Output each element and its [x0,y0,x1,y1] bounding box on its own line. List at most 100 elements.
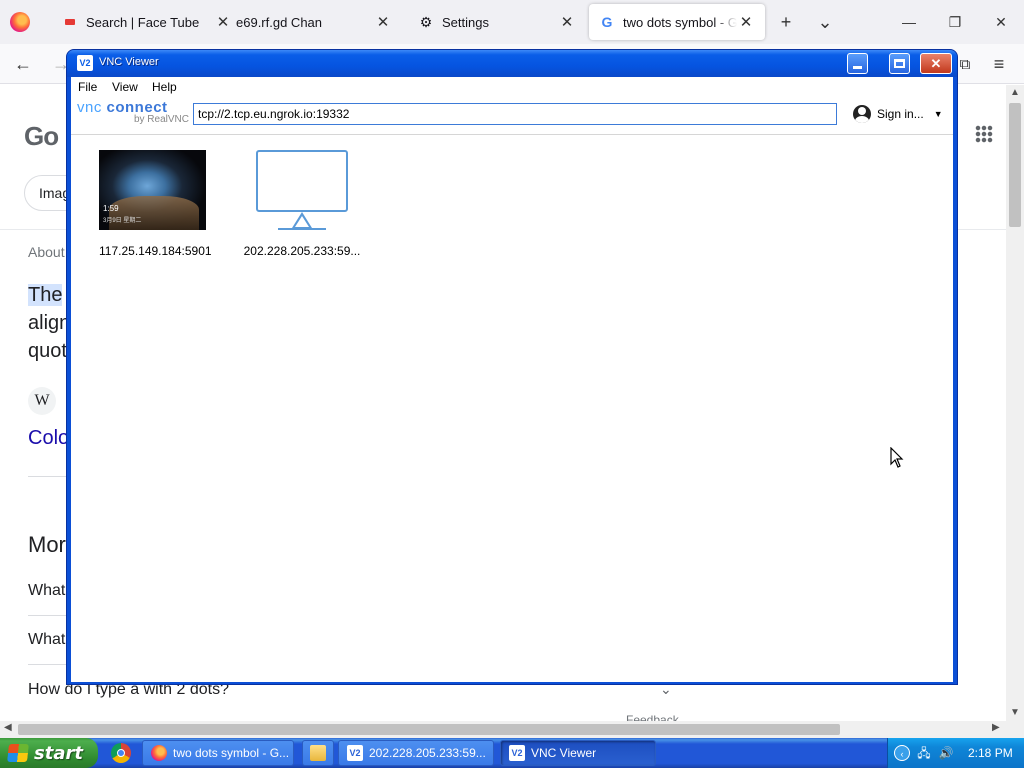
new-tab-button[interactable]: + [774,10,798,34]
caret-down-icon: ▼ [933,109,943,119]
vertical-scrollbar[interactable]: ▲ ▼ [1006,85,1024,721]
tab-settings[interactable]: ⚙ Settings ✕ [408,4,586,40]
logo-text: vnc [77,99,102,116]
scrollbar-thumb[interactable] [1009,103,1021,227]
gear-icon: ⚙ [419,13,433,30]
user-icon [853,105,871,123]
folder-icon [310,745,326,761]
connection-tile[interactable]: 1:59 3月9日 星期二 117.25.149.184:5901 [99,150,212,258]
vnc-menu-bar: File View Help [71,77,953,97]
taskbar: start two dots symbol - G... V2 202.228.… [0,738,1024,768]
maximize-button[interactable] [889,53,910,74]
scrollbar-thumb[interactable] [18,724,840,735]
plus-icon: + [780,11,792,32]
minimize-button[interactable]: — [894,8,924,36]
close-tab-icon[interactable]: ✕ [558,13,576,31]
maximize-icon [894,59,905,68]
related-question[interactable]: What [28,582,65,600]
tab-google-search[interactable]: G two dots symbol - Google Search ✕ [589,4,765,40]
menu-view[interactable]: View [112,80,138,94]
back-button[interactable]: ← [10,52,36,76]
task-label: 202.228.205.233:59... [369,746,486,760]
hamburger-menu-icon: ≡ [993,53,1005,74]
horizontal-scrollbar[interactable]: ◀ ▶ [0,721,1006,738]
close-button[interactable]: ✕ [920,53,952,74]
tab-e69-chan[interactable]: e69.rf.gd Chan ✕ [226,4,402,40]
windows-flag-icon [7,744,29,762]
tab-face-tube[interactable]: Search | Face Tube ✕ [52,4,242,40]
related-question[interactable]: What [28,631,65,649]
vnc-title-bar[interactable]: V2 VNC Viewer ✕ [67,50,957,77]
connection-label: 202.228.205.233:59... [243,244,361,258]
close-tab-icon[interactable]: ✕ [737,13,755,31]
task-explorer[interactable] [302,740,334,766]
network-icon[interactable]: 🖧 [916,745,932,761]
vnc-viewer-window: V2 VNC Viewer ✕ File View Help vnc conne… [66,49,958,685]
task-vnc-viewer[interactable]: V2 VNC Viewer [500,740,656,766]
minimize-button[interactable] [847,53,868,74]
task-label: two dots symbol - G... [173,746,290,760]
about-text: About [28,244,65,260]
apps-grid-icon[interactable] [975,125,993,143]
scroll-left-arrow-icon[interactable]: ◀ [4,722,12,733]
sign-in-label: Sign in... [877,107,924,121]
google-logo[interactable]: Go [24,121,59,152]
firefox-icon [151,745,167,761]
volume-icon[interactable]: 🔊 [938,745,954,761]
tab-label: two dots symbol - Google Search [623,14,737,30]
vnc-app-icon: V2 [77,55,93,71]
scrollbar-corner [1006,721,1024,738]
thumbnail-landscape [109,196,199,230]
app-menu-button[interactable]: ≡ [986,52,1012,76]
puzzle-icon: ⧉ [959,55,971,73]
more-heading: Mor [28,532,66,557]
video-favicon-icon [62,14,78,30]
close-tab-icon[interactable]: ✕ [374,13,392,31]
vnc-connect-logo: vnc connect by RealVNC [77,99,189,125]
chrome-quicklaunch-icon[interactable] [111,743,131,763]
task-firefox[interactable]: two dots symbol - G... [142,740,294,766]
connection-tile[interactable]: 202.228.205.233:59... [239,150,365,258]
maximize-button[interactable]: ❐ [940,8,970,36]
arrow-left-icon: ← [14,53,32,74]
window-title: VNC Viewer [99,56,159,68]
clock[interactable]: 2:18 PM [968,746,1013,760]
close-icon: ✕ [930,55,942,71]
list-all-tabs-button[interactable]: ⌄ [813,10,837,34]
scroll-down-arrow-icon[interactable]: ▼ [1006,707,1024,718]
monitor-icon [256,150,348,230]
vnc-app-icon: V2 [509,745,525,761]
menu-help[interactable]: Help [152,80,177,94]
vnc-app-icon: V2 [347,745,363,761]
wikipedia-icon: W [28,387,56,415]
expand-tray-icon[interactable]: ‹ [894,745,910,761]
tab-label: Search | Face Tube [86,14,200,30]
scroll-right-arrow-icon[interactable]: ▶ [992,722,1000,733]
result-link[interactable]: Colo [28,427,69,450]
task-label: VNC Viewer [531,746,597,760]
start-label: start [34,742,83,764]
thumbnail-clock: 1:59 [103,204,119,213]
tab-label: e69.rf.gd Chan [236,14,323,30]
firefox-logo-icon[interactable] [10,12,30,32]
browser-tab-strip: Search | Face Tube ✕ e69.rf.gd Chan ✕ ⚙ … [0,0,1024,44]
sign-in-button[interactable]: Sign in... ▼ [853,105,943,123]
chevron-down-icon: ⌄ [817,11,833,32]
menu-file[interactable]: File [78,80,97,94]
snippet-line: The [28,284,63,306]
feedback-link[interactable]: Feedback [626,713,679,721]
task-vnc-session[interactable]: V2 202.228.205.233:59... [338,740,494,766]
google-favicon-icon: G [601,14,613,30]
desktop-thumbnail: 1:59 3月9日 星期二 [99,150,206,230]
address-input[interactable] [193,103,837,125]
connection-label: 117.25.149.184:5901 [99,244,212,258]
system-tray: ‹ 🖧 🔊 2:18 PM [887,738,1024,768]
scroll-up-arrow-icon[interactable]: ▲ [1006,87,1024,98]
vnc-client-area: File View Help vnc connect by RealVNC Si… [71,77,953,682]
close-window-button[interactable]: ✕ [986,8,1016,36]
thumbnail-date: 3月9日 星期二 [103,218,142,224]
address-book: 1:59 3月9日 星期二 117.25.149.184:5901 202.22… [71,136,953,682]
start-button[interactable]: start [0,738,98,768]
minimize-icon [853,66,862,69]
tab-label: Settings [442,14,489,30]
